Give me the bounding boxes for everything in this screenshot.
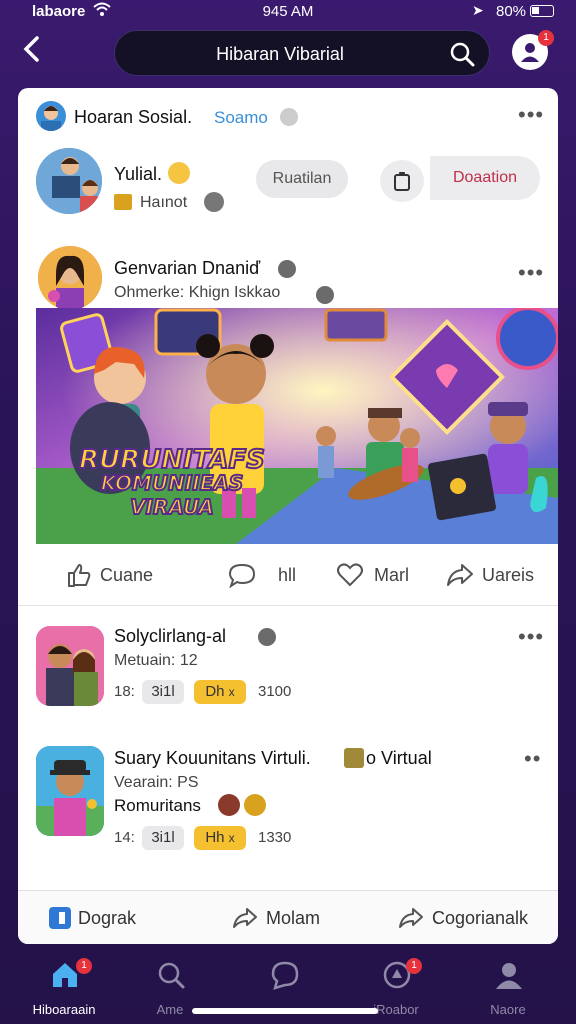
comment-icon	[228, 563, 256, 588]
nav-home-label: Hiboaraain	[32, 1002, 96, 1017]
battery-percent: 80%	[496, 3, 527, 20]
post-header: Genvarian Dnaniď Ohmerke: Khign Iskkao •…	[18, 238, 558, 310]
stat-suffix: 1330	[258, 829, 292, 846]
list-item-meta: Vearain: PS	[114, 774, 199, 791]
footer-center-label: Molam	[266, 908, 321, 928]
stat-pill: 3i1l	[142, 680, 184, 704]
community-header[interactable]: Hoaran Sosial. Soamo •••	[18, 88, 558, 144]
list-item-thumbnail	[36, 746, 104, 836]
list-item-title-suffix: o Virtual	[366, 748, 432, 768]
lock-icon	[114, 194, 132, 210]
footer-left-label: Dograk	[78, 908, 137, 928]
user-status: Haınot	[140, 194, 188, 211]
notification-badge: 1	[538, 30, 554, 46]
like-label: Cuane	[100, 565, 154, 585]
footer-button-right[interactable]: Cogorianalk	[398, 906, 528, 930]
post-author-avatar[interactable]	[38, 246, 102, 310]
nav-badge: 1	[406, 958, 422, 974]
emoji-icon	[168, 162, 190, 184]
post-meta: Ohmerke: Khign Iskkao	[114, 284, 281, 301]
share-icon	[233, 908, 257, 928]
status-bar: labaore 945 AM ➤ 80%	[0, 0, 576, 26]
stat-prefix: 14:	[114, 829, 135, 846]
stat-suffix: 3100	[258, 683, 292, 700]
stat-prefix: 18:	[114, 683, 135, 700]
nav-home[interactable]: 1 Hiboaraain	[14, 956, 114, 1022]
more-options-icon[interactable]: •••	[518, 262, 544, 284]
card-footer: Dograk Molam Cogorianalk	[18, 890, 558, 944]
search-bar[interactable]: Hibaran Vibarial	[114, 30, 490, 76]
list-item-title: Suary Kouunitans Virtuli.	[114, 748, 311, 768]
feed-card: Hoaran Sosial. Soamo ••• Yulial. Haınot …	[18, 88, 558, 944]
comment-label: hll	[278, 565, 297, 585]
banner-line-3: VIRAUA	[130, 495, 214, 519]
post-actions: Cuane hll Marl Uareis	[18, 544, 558, 606]
banner-line-2: KOMUNIIEAS	[101, 471, 244, 495]
more-options-icon[interactable]: ••	[524, 748, 541, 770]
chat-icon	[271, 961, 299, 990]
location-icon: ➤	[472, 2, 484, 18]
footer-button-left[interactable]: Dograk	[48, 906, 136, 930]
nav-badge: 1	[76, 958, 92, 974]
user-avatar[interactable]	[36, 148, 102, 214]
clipboard-icon	[394, 172, 410, 191]
info-icon	[316, 286, 334, 304]
emoji-icon	[344, 748, 364, 768]
home-indicator[interactable]	[192, 1008, 378, 1014]
thumbs-up-icon	[68, 564, 91, 587]
user-name: Yulial.	[114, 164, 163, 184]
emoji-icon	[218, 794, 240, 816]
app-header: Hibaran Vibarial 1	[0, 28, 576, 78]
chevron-left-icon	[23, 36, 39, 62]
camera-icon	[204, 192, 224, 212]
search-icon	[158, 962, 185, 989]
list-item-meta: Metuain: 12	[114, 652, 198, 669]
back-button[interactable]	[20, 34, 52, 70]
nav-profile[interactable]: Naore	[458, 956, 558, 1022]
user-row: Yulial. Haınot Ruatilan Doaation	[18, 144, 558, 224]
stat-pill-gold: Hh x	[194, 826, 246, 850]
share-icon	[447, 564, 473, 586]
profile-button[interactable]: 1	[512, 30, 554, 70]
footer-button-center[interactable]: Molam	[232, 906, 320, 930]
app-icon	[49, 907, 71, 929]
clock: 945 AM	[262, 3, 314, 20]
list-item-thumbnail	[36, 626, 104, 706]
more-options-icon[interactable]: •••	[518, 104, 544, 126]
user-icon	[521, 43, 539, 62]
list-item[interactable]: Solyclirlang-al Metuain: 12 18: 3i1l Dh …	[18, 622, 558, 732]
stat-pill: 3i1l	[142, 826, 184, 850]
donation-button[interactable]: Doaation	[430, 156, 540, 200]
post-author-name[interactable]: Genvarian Dnaniď	[114, 258, 260, 279]
footer-right-label: Cogorianalk	[432, 908, 529, 928]
verified-icon	[278, 260, 296, 278]
pin-icon	[280, 108, 298, 126]
nav-profile-label: Naore	[490, 1002, 526, 1017]
list-item[interactable]: Suary Kouunitans Virtuli. o Virtual Vear…	[18, 744, 558, 854]
stat-pill-gold: Dh x	[194, 680, 246, 704]
join-button[interactable]: Ruatilan	[256, 160, 348, 198]
battery-icon	[530, 5, 554, 17]
share-label: Uareis	[482, 565, 535, 585]
heart-icon	[337, 563, 363, 587]
community-tag[interactable]: Soamo	[214, 108, 268, 128]
user-icon	[496, 963, 522, 989]
emoji-icon	[244, 794, 266, 816]
header-title: Hibaran Vibarial	[216, 44, 344, 64]
love-label: Marl	[374, 565, 409, 585]
post-image[interactable]: RURUNITAFS KOMUNIIEAS VIRAUA	[36, 308, 558, 544]
list-item-title: Solyclirlang-al	[114, 626, 227, 646]
list-item-meta-2: Romuritans	[114, 796, 201, 815]
more-options-icon[interactable]: •••	[518, 626, 544, 648]
search-icon[interactable]	[449, 41, 475, 67]
community-name: Hoaran Sosial.	[74, 107, 193, 127]
verified-icon	[258, 628, 276, 646]
community-avatar	[36, 101, 66, 131]
share-icon	[399, 908, 423, 928]
copy-button[interactable]	[380, 160, 424, 202]
